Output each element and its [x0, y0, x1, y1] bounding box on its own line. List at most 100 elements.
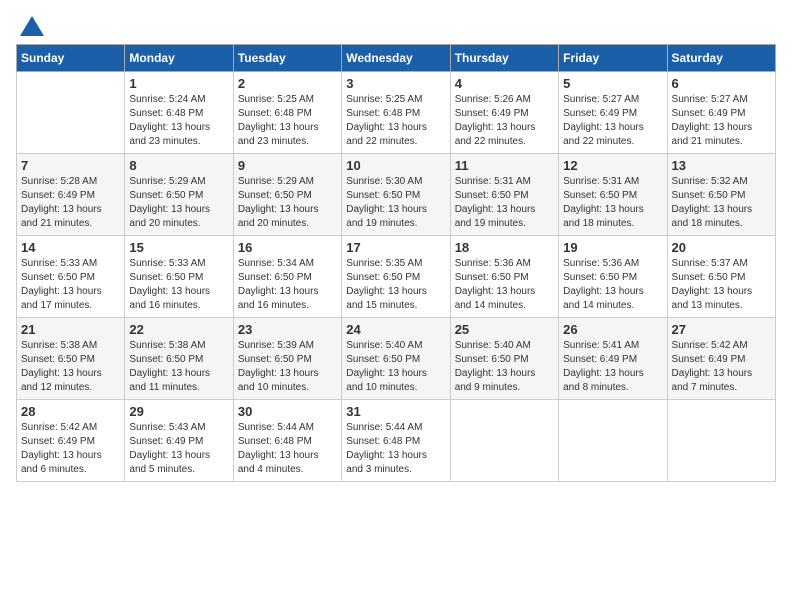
day-number: 12 [563, 158, 662, 173]
calendar-cell: 28 Sunrise: 5:42 AM Sunset: 6:49 PM Dayli… [17, 400, 125, 482]
calendar-week-row: 28 Sunrise: 5:42 AM Sunset: 6:49 PM Dayli… [17, 400, 776, 482]
calendar-cell: 26 Sunrise: 5:41 AM Sunset: 6:49 PM Dayli… [559, 318, 667, 400]
day-info: Sunrise: 5:24 AM Sunset: 6:48 PM Dayligh… [129, 93, 228, 149]
day-number: 31 [346, 404, 445, 419]
day-header-tuesday: Tuesday [233, 45, 341, 72]
day-number: 6 [672, 76, 771, 91]
calendar-week-row: 1 Sunrise: 5:24 AM Sunset: 6:48 PM Daylig… [17, 72, 776, 154]
calendar-header-row: SundayMondayTuesdayWednesdayThursdayFrid… [17, 45, 776, 72]
day-info: Sunrise: 5:35 AM Sunset: 6:50 PM Dayligh… [346, 257, 445, 313]
calendar-cell: 9Sunrise: 5:29 AM Sunset: 6:50 PM Daylig… [233, 154, 341, 236]
day-number: 2 [238, 76, 337, 91]
calendar-cell: 4 Sunrise: 5:26 AM Sunset: 6:49 PM Daylig… [450, 72, 558, 154]
day-number: 15 [129, 240, 228, 255]
day-number: 30 [238, 404, 337, 419]
day-info: Sunrise: 5:34 AM Sunset: 6:50 PM Dayligh… [238, 257, 337, 313]
day-info: Sunrise: 5:25 AM Sunset: 6:48 PM Dayligh… [238, 93, 337, 149]
day-number: 11 [455, 158, 554, 173]
calendar-cell: 2 Sunrise: 5:25 AM Sunset: 6:48 PM Daylig… [233, 72, 341, 154]
day-number: 7 [21, 158, 120, 173]
day-number: 16 [238, 240, 337, 255]
day-info: Sunrise: 5:27 AM Sunset: 6:49 PM Dayligh… [563, 93, 662, 149]
day-number: 22 [129, 322, 228, 337]
day-info: Sunrise: 5:29 AM Sunset: 6:50 PM Dayligh… [238, 175, 337, 231]
day-number: 4 [455, 76, 554, 91]
day-number: 26 [563, 322, 662, 337]
logo-icon [20, 16, 44, 36]
day-info: Sunrise: 5:40 AM Sunset: 6:50 PM Dayligh… [455, 339, 554, 395]
day-header-friday: Friday [559, 45, 667, 72]
day-number: 3 [346, 76, 445, 91]
day-info: Sunrise: 5:31 AM Sunset: 6:50 PM Dayligh… [455, 175, 554, 231]
calendar-table: SundayMondayTuesdayWednesdayThursdayFrid… [16, 44, 776, 482]
day-info: Sunrise: 5:44 AM Sunset: 6:48 PM Dayligh… [238, 421, 337, 477]
day-number: 5 [563, 76, 662, 91]
calendar-cell: 19 Sunrise: 5:36 AM Sunset: 6:50 PM Dayli… [559, 236, 667, 318]
calendar-cell: 30 Sunrise: 5:44 AM Sunset: 6:48 PM Dayli… [233, 400, 341, 482]
calendar-cell: 15 Sunrise: 5:33 AM Sunset: 6:50 PM Dayli… [125, 236, 233, 318]
day-info: Sunrise: 5:28 AM Sunset: 6:49 PM Dayligh… [21, 175, 120, 231]
day-info: Sunrise: 5:41 AM Sunset: 6:49 PM Dayligh… [563, 339, 662, 395]
day-info: Sunrise: 5:30 AM Sunset: 6:50 PM Dayligh… [346, 175, 445, 231]
day-info: Sunrise: 5:33 AM Sunset: 6:50 PM Dayligh… [129, 257, 228, 313]
calendar-cell [667, 400, 775, 482]
day-number: 29 [129, 404, 228, 419]
calendar-cell: 29 Sunrise: 5:43 AM Sunset: 6:49 PM Dayli… [125, 400, 233, 482]
day-info: Sunrise: 5:37 AM Sunset: 6:50 PM Dayligh… [672, 257, 771, 313]
day-info: Sunrise: 5:40 AM Sunset: 6:50 PM Dayligh… [346, 339, 445, 395]
day-info: Sunrise: 5:36 AM Sunset: 6:50 PM Dayligh… [455, 257, 554, 313]
day-header-monday: Monday [125, 45, 233, 72]
day-number: 1 [129, 76, 228, 91]
calendar-cell: 3Sunrise: 5:25 AM Sunset: 6:48 PM Daylig… [342, 72, 450, 154]
day-number: 18 [455, 240, 554, 255]
day-info: Sunrise: 5:36 AM Sunset: 6:50 PM Dayligh… [563, 257, 662, 313]
calendar-week-row: 7 Sunrise: 5:28 AM Sunset: 6:49 PM Daylig… [17, 154, 776, 236]
day-number: 27 [672, 322, 771, 337]
calendar-cell: 7 Sunrise: 5:28 AM Sunset: 6:49 PM Daylig… [17, 154, 125, 236]
day-info: Sunrise: 5:27 AM Sunset: 6:49 PM Dayligh… [672, 93, 771, 149]
day-number: 8 [129, 158, 228, 173]
calendar-cell: 23Sunrise: 5:39 AM Sunset: 6:50 PM Dayli… [233, 318, 341, 400]
calendar-cell: 22 Sunrise: 5:38 AM Sunset: 6:50 PM Dayli… [125, 318, 233, 400]
calendar-cell: 18 Sunrise: 5:36 AM Sunset: 6:50 PM Dayli… [450, 236, 558, 318]
calendar-cell: 11 Sunrise: 5:31 AM Sunset: 6:50 PM Dayli… [450, 154, 558, 236]
day-info: Sunrise: 5:42 AM Sunset: 6:49 PM Dayligh… [21, 421, 120, 477]
calendar-cell: 12Sunrise: 5:31 AM Sunset: 6:50 PM Dayli… [559, 154, 667, 236]
day-info: Sunrise: 5:43 AM Sunset: 6:49 PM Dayligh… [129, 421, 228, 477]
calendar-cell: 17Sunrise: 5:35 AM Sunset: 6:50 PM Dayli… [342, 236, 450, 318]
calendar-cell [17, 72, 125, 154]
day-info: Sunrise: 5:29 AM Sunset: 6:50 PM Dayligh… [129, 175, 228, 231]
day-info: Sunrise: 5:38 AM Sunset: 6:50 PM Dayligh… [129, 339, 228, 395]
calendar-cell: 13 Sunrise: 5:32 AM Sunset: 6:50 PM Dayli… [667, 154, 775, 236]
calendar-cell: 1 Sunrise: 5:24 AM Sunset: 6:48 PM Daylig… [125, 72, 233, 154]
day-info: Sunrise: 5:32 AM Sunset: 6:50 PM Dayligh… [672, 175, 771, 231]
day-number: 20 [672, 240, 771, 255]
day-info: Sunrise: 5:44 AM Sunset: 6:48 PM Dayligh… [346, 421, 445, 477]
day-info: Sunrise: 5:42 AM Sunset: 6:49 PM Dayligh… [672, 339, 771, 395]
day-header-thursday: Thursday [450, 45, 558, 72]
day-header-wednesday: Wednesday [342, 45, 450, 72]
calendar-cell: 8 Sunrise: 5:29 AM Sunset: 6:50 PM Daylig… [125, 154, 233, 236]
calendar-cell: 21Sunrise: 5:38 AM Sunset: 6:50 PM Dayli… [17, 318, 125, 400]
day-number: 14 [21, 240, 120, 255]
calendar-cell: 25Sunrise: 5:40 AM Sunset: 6:50 PM Dayli… [450, 318, 558, 400]
calendar-cell: 27 Sunrise: 5:42 AM Sunset: 6:49 PM Dayli… [667, 318, 775, 400]
calendar-cell: 6 Sunrise: 5:27 AM Sunset: 6:49 PM Daylig… [667, 72, 775, 154]
day-number: 21 [21, 322, 120, 337]
day-info: Sunrise: 5:26 AM Sunset: 6:49 PM Dayligh… [455, 93, 554, 149]
day-header-saturday: Saturday [667, 45, 775, 72]
calendar-cell: 20 Sunrise: 5:37 AM Sunset: 6:50 PM Dayli… [667, 236, 775, 318]
calendar-week-row: 21 Sunrise: 5:38 AM Sunset: 6:50 PM Dayli… [17, 318, 776, 400]
calendar-cell: 14Sunrise: 5:33 AM Sunset: 6:50 PM Dayli… [17, 236, 125, 318]
day-number: 24 [346, 322, 445, 337]
calendar-week-row: 14 Sunrise: 5:33 AM Sunset: 6:50 PM Dayli… [17, 236, 776, 318]
calendar-cell: 5 Sunrise: 5:27 AM Sunset: 6:49 PM Daylig… [559, 72, 667, 154]
calendar-cell: 31 Sunrise: 5:44 AM Sunset: 6:48 PM Dayli… [342, 400, 450, 482]
day-number: 13 [672, 158, 771, 173]
day-number: 10 [346, 158, 445, 173]
calendar-cell: 24 Sunrise: 5:40 AM Sunset: 6:50 PM Dayli… [342, 318, 450, 400]
logo [16, 16, 46, 36]
calendar-cell [559, 400, 667, 482]
day-number: 28 [21, 404, 120, 419]
day-number: 19 [563, 240, 662, 255]
